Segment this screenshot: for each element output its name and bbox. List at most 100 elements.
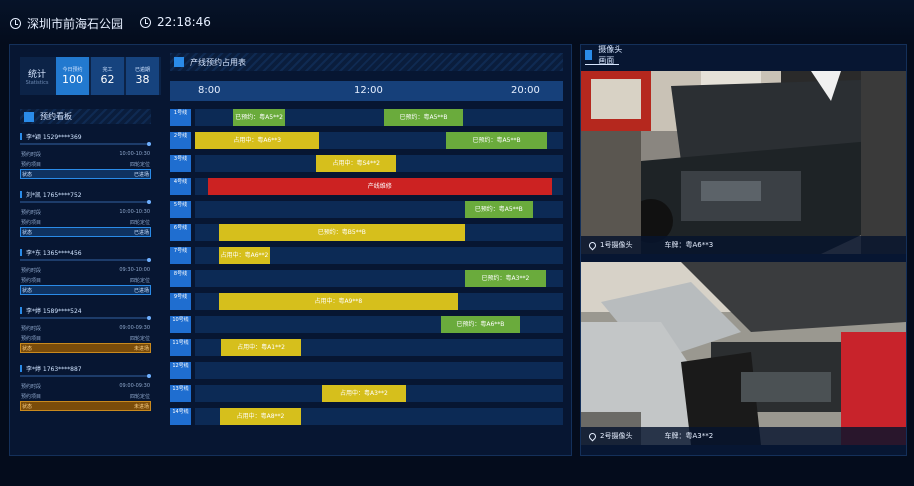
reservation-board-title: 预约看板 (40, 112, 72, 121)
row-value: 09:00-09:30 (119, 325, 150, 331)
production-lane[interactable]: 12号线 (170, 362, 563, 379)
reservation-item[interactable]: 李*颖 1529****369 预约时段 10:00-10:30 预约项目 四轮定位 状态… (20, 131, 151, 179)
production-lane[interactable]: 6号线 已预约：粤B5**B (170, 224, 563, 241)
row-label: 状态 (22, 403, 33, 410)
reservation-time-row: 预约时段 09:30-10:00 (20, 265, 151, 275)
axis-tick: 12:00 (354, 85, 383, 96)
row-label: 状态 (22, 287, 33, 294)
main-panel: 统计 Statistics 今日预约 100 完工 62 已逾期 38 预约看板… (9, 44, 572, 456)
row-value: 09:00-09:30 (119, 383, 150, 389)
row-label: 预约时段 (21, 151, 42, 158)
reservation-name: 李*颖 1529****369 (20, 131, 151, 141)
booking-block[interactable]: 占用中：粤A1**2 (221, 339, 301, 356)
row-value: 四轮定位 (129, 219, 150, 226)
stat-value: 100 (62, 73, 83, 86)
booking-block[interactable]: 占用中：粤A8**2 (220, 408, 301, 425)
production-lane[interactable]: 8号线 已预约：粤A3**2 (170, 270, 563, 287)
time-axis: 8:00 12:00 20:00 (170, 81, 563, 101)
stat-done[interactable]: 完工 62 (91, 57, 124, 95)
booking-block[interactable]: 已预约：粤A5**B (384, 109, 463, 126)
lane-track (195, 362, 563, 379)
booking-block[interactable]: 产线维修 (207, 178, 552, 195)
production-lane[interactable]: 5号线 已预约：粤A5**B (170, 201, 563, 218)
stat-today[interactable]: 今日预约 100 (56, 57, 89, 95)
lane-track: 占用中：粤A6**3 已预约：粤A5**B (195, 132, 563, 149)
booking-block[interactable]: 占用中：粤A6**3 (195, 132, 320, 149)
reservation-time-row: 预约时段 10:00-10:30 (20, 207, 151, 217)
booking-block[interactable]: 已预约：粤A6**B (440, 316, 520, 333)
clock-icon (140, 16, 151, 28)
status-badge: 未进场 (133, 403, 149, 410)
lane-track: 占用中：粤A9**8 (195, 293, 563, 310)
location-pin-icon (587, 240, 598, 250)
reservation-status-row: 状态 未进场 (20, 343, 151, 353)
location: 深圳市前海石公园 (10, 15, 123, 32)
row-label: 预约项目 (21, 161, 42, 168)
booking-block[interactable]: 占用中：粤S4**2 (316, 155, 397, 172)
lane-label: 10号线 (170, 316, 191, 333)
production-lane[interactable]: 14号线 占用中：粤A8**2 (170, 408, 563, 425)
reservation-name: 刘*凯 1765****752 (20, 189, 151, 199)
lane-label: 12号线 (170, 362, 191, 379)
location-text: 深圳市前海石公园 (27, 17, 124, 31)
reservation-item[interactable]: 刘*凯 1765****752 预约时段 10:00-10:30 预约项目 四轮定位 状态… (20, 189, 151, 237)
status-badge: 已进场 (133, 229, 149, 236)
production-lane[interactable]: 11号线 占用中：粤A1**2 (170, 339, 563, 356)
reservation-item[interactable]: 李*东 1365****456 预约时段 09:30-10:00 预约项目 四轮定位 状态… (20, 247, 151, 295)
lane-label: 1号线 (170, 109, 191, 126)
current-time: 22:18:46 (140, 15, 211, 29)
booking-block[interactable]: 已预约：粤A5**B (464, 201, 533, 218)
production-lane[interactable]: 13号线 占用中：粤A3**2 (170, 385, 563, 402)
booking-block[interactable]: 已预约：粤A5**B (445, 132, 548, 149)
production-lane[interactable]: 4号线 产线维修 (170, 178, 563, 195)
top-bar: 深圳市前海石公园 22:18:46 (0, 0, 914, 44)
reservation-item[interactable]: 李*婷 1589****524 预约时段 09:00-09:30 预约项目 四轮定位 状态… (20, 305, 151, 353)
production-lane[interactable]: 7号线 占用中：粤A6**2 (170, 247, 563, 264)
row-label: 预约时段 (21, 325, 42, 332)
reservation-divider (20, 316, 151, 320)
section-square-icon (174, 57, 184, 67)
stat-key: 完工 (102, 67, 113, 73)
lane-track: 占用中：粤A1**2 (195, 339, 563, 356)
booking-block[interactable]: 占用中：粤A9**8 (218, 293, 458, 310)
reservation-item[interactable]: 李*婷 1763****887 预约时段 09:00-09:30 预约项目 四轮定位 状态… (20, 363, 151, 411)
production-lane[interactable]: 3号线 占用中：粤S4**2 (170, 155, 563, 172)
row-value: 四轮定位 (129, 277, 150, 284)
lane-track: 占用中：粤S4**2 (195, 155, 563, 172)
stats-title: 统计 (27, 69, 46, 80)
row-value: 四轮定位 (129, 393, 150, 400)
booking-block[interactable]: 已预约：粤A5**2 (232, 109, 286, 126)
booking-block[interactable]: 已预约：粤A3**2 (464, 270, 547, 287)
row-label: 状态 (22, 171, 33, 178)
production-lane[interactable]: 10号线 已预约：粤A6**B (170, 316, 563, 333)
camera-feed-2[interactable]: 2号摄像头 车牌：粤A3**2 (581, 262, 906, 445)
production-lane[interactable]: 2号线 占用中：粤A6**3 已预约：粤A5**B (170, 132, 563, 149)
reservation-status-row: 状态 未进场 (20, 401, 151, 411)
row-label: 预约项目 (21, 335, 42, 342)
lane-label: 6号线 (170, 224, 191, 241)
row-value: 09:30-10:00 (119, 267, 150, 273)
booking-block[interactable]: 已预约：粤B5**B (218, 224, 465, 241)
row-value: 四轮定位 (129, 161, 150, 168)
row-label: 预约项目 (21, 393, 42, 400)
stat-value: 38 (135, 73, 150, 86)
reservation-status-row: 状态 已进场 (20, 285, 151, 295)
production-lane[interactable]: 1号线 已预约：粤A5**2 已预约：粤A5**B (170, 109, 563, 126)
lane-label: 13号线 (170, 385, 191, 402)
camera-title: 摄像头画面 (598, 45, 623, 65)
production-lane[interactable]: 9号线 占用中：粤A9**8 (170, 293, 563, 310)
reservation-board-header: 预约看板 (20, 109, 151, 124)
lane-track: 已预约：粤A6**B (195, 316, 563, 333)
booking-block[interactable]: 占用中：粤A6**2 (218, 247, 271, 264)
lane-label: 2号线 (170, 132, 191, 149)
reservation-project-row: 预约项目 四轮定位 (20, 333, 151, 343)
stats-subtitle: Statistics (25, 79, 49, 86)
row-value: 四轮定位 (129, 335, 150, 342)
camera-feed-1[interactable]: 1号摄像头 车牌：粤A6**3 (581, 71, 906, 254)
stat-value: 62 (100, 73, 115, 86)
camera-title-underline (585, 64, 619, 65)
stats-card: 统计 Statistics 今日预约 100 完工 62 已逾期 38 (20, 57, 161, 95)
booking-block[interactable]: 占用中：粤A3**2 (321, 385, 406, 402)
stat-overdue[interactable]: 已逾期 38 (126, 57, 159, 95)
lane-label: 8号线 (170, 270, 191, 287)
